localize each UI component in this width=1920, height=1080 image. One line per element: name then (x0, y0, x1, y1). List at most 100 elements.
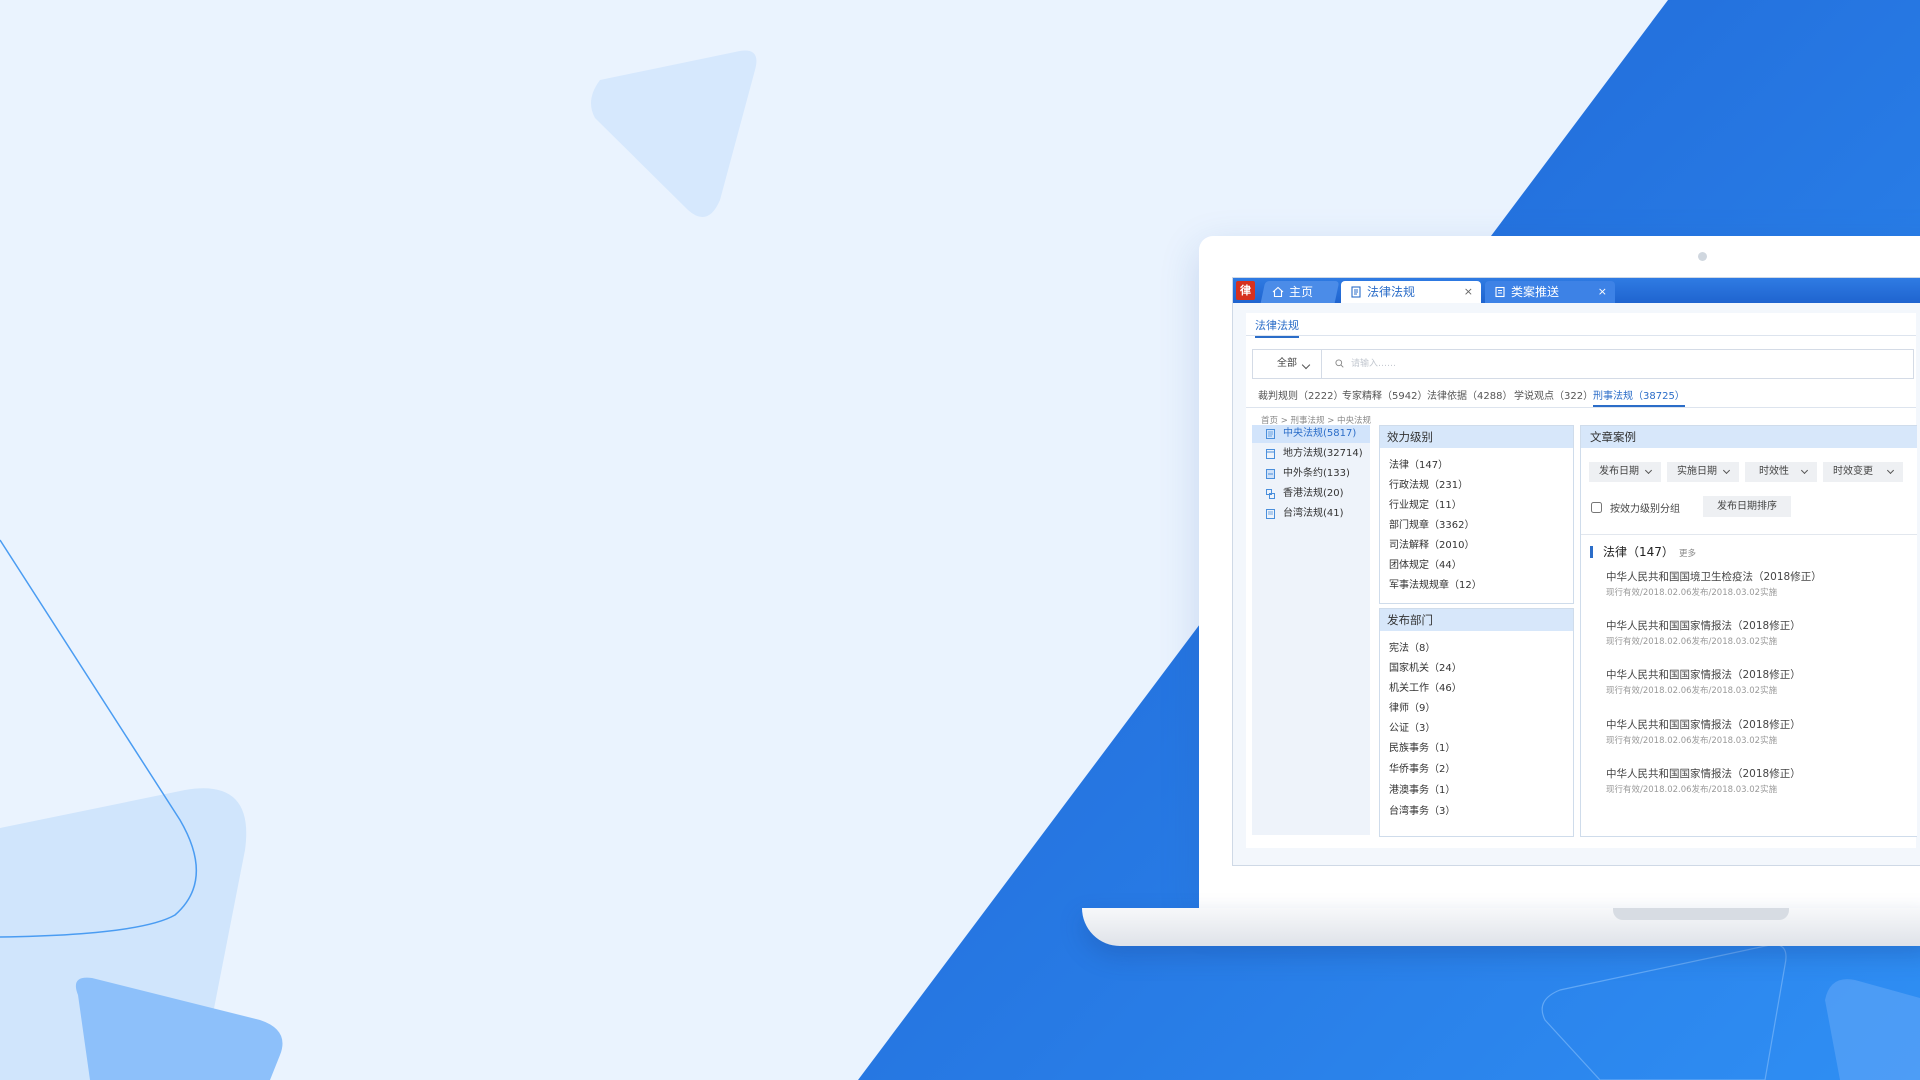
facet-item[interactable]: 律师（9） (1389, 699, 1435, 714)
facet-item[interactable]: 法律（147） (1389, 456, 1448, 471)
result-title-link[interactable]: 中华人民共和国国境卫生检疫法（2018修正） (1606, 569, 1822, 584)
facet-item[interactable]: 台湾事务（3） (1389, 802, 1455, 817)
chevron-down-icon (1886, 466, 1895, 475)
scope-value: 全部 (1277, 358, 1297, 369)
facet-item[interactable]: 部门规章（3362） (1389, 516, 1474, 531)
more-link[interactable]: 更多 (1679, 547, 1696, 559)
nav-item-central[interactable]: 中央法规(5817) (1252, 425, 1370, 443)
nav-label: 香港法规(20) (1283, 488, 1344, 499)
home-icon (1272, 286, 1284, 298)
divider (1581, 534, 1917, 535)
tab-laws[interactable]: 法律法规 × (1341, 281, 1481, 303)
nav-label: 中央法规(5817) (1283, 428, 1357, 439)
nav-label: 地方法规(32714) (1283, 448, 1363, 459)
tab-bar: 律 主页 法律法规 × 类案推送 × (1233, 278, 1920, 303)
facet-item[interactable]: 机关工作（46） (1389, 679, 1462, 694)
facet-item[interactable]: 华侨事务（2） (1389, 760, 1455, 775)
facet-dept-title: 发布部门 (1380, 609, 1573, 631)
result-title-link[interactable]: 中华人民共和国国家情报法（2018修正） (1606, 667, 1801, 682)
facet-level-panel: 效力级别 法律（147） 行政法规（231） 行业规定（11） 部门规章（336… (1379, 425, 1574, 604)
nav-item-tw[interactable]: 台湾法规(41) (1252, 505, 1370, 523)
facet-item[interactable]: 国家机关（24） (1389, 659, 1462, 674)
local-law-icon (1266, 449, 1275, 459)
facet-item[interactable]: 团体规定（44） (1389, 556, 1462, 571)
main-content: 法律法规 全部 裁判规则（2222） 专家精释（5942） 法律依据（4288）… (1246, 313, 1917, 848)
section-marker (1590, 546, 1593, 558)
filter-validity[interactable]: 时效性 (1745, 462, 1817, 482)
facet-dept-panel: 发布部门 宪法（8） 国家机关（24） 机关工作（46） 律师（9） 公证（3）… (1379, 608, 1574, 837)
tab-case-push-label: 类案推送 (1511, 285, 1560, 299)
case-icon (1495, 286, 1505, 298)
result-meta: 现行有效/2018.02.06发布/2018.03.02实施 (1606, 736, 1778, 746)
result-title-link[interactable]: 中华人民共和国国家情报法（2018修正） (1606, 766, 1801, 781)
facet-item[interactable]: 司法解释（2010） (1389, 536, 1474, 551)
filter-label: 发布日期 (1599, 466, 1639, 477)
filter-label: 时效变更 (1833, 466, 1873, 477)
section-title: 法律（147） (1603, 545, 1674, 559)
tab-laws-label: 法律法规 (1367, 285, 1416, 299)
results-title: 文章案例 (1581, 426, 1917, 448)
tab-case-push[interactable]: 类案推送 × (1485, 281, 1615, 303)
filter-label: 时效性 (1759, 466, 1789, 477)
search-bar: 全部 (1252, 349, 1914, 379)
chevron-down-icon (1301, 360, 1311, 370)
close-icon[interactable]: × (1598, 281, 1607, 303)
scope-select[interactable]: 全部 (1253, 350, 1322, 378)
filter-publish-date[interactable]: 发布日期 (1589, 462, 1661, 482)
sort-publish-date-button[interactable]: 发布日期排序 (1703, 496, 1791, 517)
chevron-down-icon (1722, 466, 1731, 475)
filter-validity-change[interactable]: 时效变更 (1823, 462, 1903, 482)
result-title-link[interactable]: 中华人民共和国国家情报法（2018修正） (1606, 717, 1801, 732)
central-law-icon (1266, 429, 1275, 439)
category-tab-criminal[interactable]: 刑事法规（38725） (1593, 389, 1685, 407)
group-by-level-checkbox[interactable] (1591, 502, 1602, 513)
facet-item[interactable]: 军事法规规章（12） (1389, 576, 1482, 591)
tab-home-label: 主页 (1289, 285, 1314, 299)
laptop-base-notch (1613, 908, 1789, 920)
facet-item[interactable]: 行政法规（231） (1389, 476, 1468, 491)
triangle-bottom-right-decoration (1825, 979, 1920, 1080)
camera-dot (1698, 252, 1707, 261)
facet-item[interactable]: 公证（3） (1389, 719, 1435, 734)
app-window: 律 主页 法律法规 × 类案推送 × 法律法规 全部 请输入…… 裁判规则（22… (1232, 277, 1920, 866)
facet-item[interactable]: 行业规定（11） (1389, 496, 1462, 511)
triangle-top-decoration (591, 50, 757, 218)
category-tab-doctrine[interactable]: 学说观点（322） (1514, 389, 1593, 405)
group-by-level-label: 按效力级别分组 (1610, 504, 1680, 515)
laptop-base (1082, 908, 1920, 946)
category-tab-basis[interactable]: 法律依据（4288） (1427, 389, 1512, 405)
nav-label: 中外条约(133) (1283, 468, 1350, 479)
tw-law-icon (1266, 509, 1275, 519)
nav-label: 台湾法规(41) (1283, 508, 1344, 519)
nav-item-treaty[interactable]: 中外条约(133) (1252, 465, 1370, 483)
filter-effective-date[interactable]: 实施日期 (1667, 462, 1739, 482)
chevron-down-icon (1644, 466, 1653, 475)
tab-home[interactable]: 主页 (1260, 281, 1340, 303)
result-title-link[interactable]: 中华人民共和国国家情报法（2018修正） (1606, 618, 1801, 633)
facet-item[interactable]: 宪法（8） (1389, 639, 1435, 654)
left-nav: 中央法规(5817) 地方法规(32714) 中外条约(133) 香港法规(20… (1252, 425, 1370, 835)
category-tab-expert[interactable]: 专家精释（5942） (1342, 389, 1427, 405)
nav-item-local[interactable]: 地方法规(32714) (1252, 445, 1370, 463)
result-meta: 现行有效/2018.02.06发布/2018.03.02实施 (1606, 637, 1778, 647)
results-panel: 文章案例 发布日期 实施日期 时效性 时效变更 按效力级别分组 发布日期排序 法… (1580, 425, 1917, 837)
result-meta: 现行有效/2018.02.06发布/2018.03.02实施 (1606, 686, 1778, 696)
facet-item[interactable]: 港澳事务（1） (1389, 781, 1455, 796)
treaty-icon (1266, 469, 1275, 479)
category-tab-rules[interactable]: 裁判规则（2222） (1258, 389, 1343, 405)
chevron-down-icon (1800, 466, 1809, 475)
nav-item-hk[interactable]: 香港法规(20) (1252, 485, 1370, 503)
document-icon (1351, 286, 1361, 298)
facet-level-title: 效力级别 (1380, 426, 1573, 448)
close-icon[interactable]: × (1464, 281, 1473, 303)
result-meta: 现行有效/2018.02.06发布/2018.03.02实施 (1606, 588, 1778, 598)
category-tabs: 裁判规则（2222） 专家精释（5942） 法律依据（4288） 学说观点（32… (1246, 389, 1916, 408)
hk-law-icon (1266, 489, 1275, 499)
search-icon[interactable] (1335, 359, 1344, 368)
result-meta: 现行有效/2018.02.06发布/2018.03.02实施 (1606, 785, 1778, 795)
divider (1246, 335, 1916, 336)
law-firm-logo[interactable]: 律 (1236, 281, 1255, 300)
filter-label: 实施日期 (1677, 466, 1717, 477)
facet-item[interactable]: 民族事务（1） (1389, 739, 1455, 754)
search-input[interactable] (1351, 355, 1891, 373)
